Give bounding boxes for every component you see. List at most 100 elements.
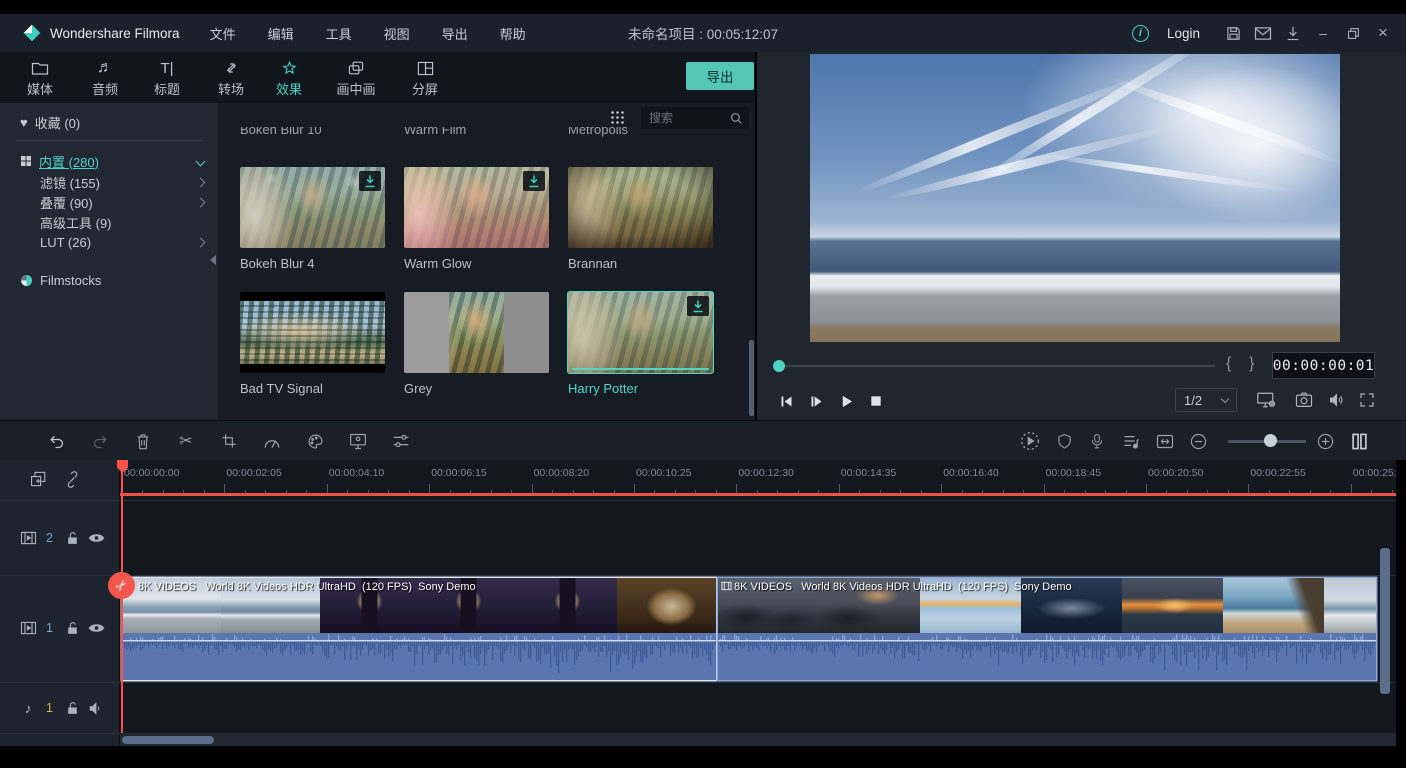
effect-thumbnail[interactable] [240, 292, 385, 373]
preview-video[interactable] [810, 54, 1340, 342]
unlock-icon[interactable] [60, 621, 84, 636]
sidebar-item-favorites[interactable]: ♥ 收藏 (0) [20, 112, 204, 132]
restore-button[interactable] [1338, 21, 1368, 45]
add-track-icon[interactable] [26, 469, 50, 489]
timeline-clip[interactable]: 8K VIDEOS World 8K Videos HDR UltraHD (1… [718, 578, 1376, 680]
sidebar-item-advanced-tools[interactable]: 高级工具 (9) [40, 212, 204, 232]
menu-help[interactable]: 帮助 [484, 24, 542, 43]
menu-tools[interactable]: 工具 [310, 24, 368, 43]
effect-thumbnail[interactable] [568, 167, 713, 248]
mark-in-button[interactable]: { [1226, 355, 1231, 373]
effects-scrollbar[interactable] [749, 340, 754, 416]
sidebar-item-builtin[interactable]: 内置 (280) [20, 151, 204, 171]
timeline-zoom-knob[interactable] [1264, 434, 1277, 447]
sidebar-item-filmstocks[interactable]: Filmstocks [20, 270, 204, 290]
timeline-vscroll-thumb[interactable] [1380, 548, 1390, 694]
speed-icon[interactable] [259, 429, 285, 453]
sidebar-item-filters[interactable]: 滤镜 (155) [40, 172, 204, 192]
render-preview-icon[interactable] [1017, 429, 1043, 453]
shield-icon[interactable] [1051, 429, 1077, 453]
effect-card[interactable]: Grey [404, 292, 549, 396]
search-input[interactable] [641, 111, 730, 125]
sidebar-item-overlays[interactable]: 叠覆 (90) [40, 192, 204, 212]
timeline-clip[interactable]: 8K VIDEOS World 8K Videos HDR UltraHD (1… [122, 578, 716, 680]
speaker-icon[interactable] [84, 702, 108, 715]
eye-icon[interactable] [84, 622, 108, 634]
close-button[interactable]: × [1368, 21, 1398, 45]
menu-export[interactable]: 导出 [426, 24, 484, 43]
play-button[interactable] [834, 390, 858, 412]
menu-edit[interactable]: 编辑 [252, 24, 310, 43]
clip-audio-waveform[interactable] [122, 633, 716, 680]
unlock-icon[interactable] [60, 531, 84, 546]
previous-frame-button[interactable] [774, 390, 798, 412]
clip-video-thumbnails[interactable]: 8K VIDEOS World 8K Videos HDR UltraHD (1… [122, 578, 716, 633]
stop-button[interactable] [864, 390, 888, 412]
download-update-icon[interactable] [1278, 21, 1308, 45]
delete-icon[interactable] [130, 429, 156, 453]
fullscreen-icon[interactable] [1354, 388, 1380, 412]
preview-scrubber-track[interactable] [777, 365, 1215, 367]
effect-card[interactable]: Brannan [568, 167, 713, 271]
clip-video-thumbnails[interactable]: 8K VIDEOS World 8K Videos HDR UltraHD (1… [718, 578, 1376, 633]
effect-thumbnail[interactable] [404, 167, 549, 248]
tab-audio[interactable]: ♬ 音频 [77, 58, 133, 102]
snapshot-camera-icon[interactable] [1291, 388, 1317, 412]
display-settings-icon[interactable] [1253, 388, 1279, 412]
quick-split-scissors-icon[interactable]: ✂ [108, 572, 135, 599]
split-scissors-icon[interactable]: ✂ [173, 429, 199, 453]
color-palette-icon[interactable] [302, 429, 328, 453]
tab-media[interactable]: 媒体 [12, 58, 68, 102]
login-button[interactable]: Login [1167, 26, 1200, 41]
tab-split-screen[interactable]: 分屏 [397, 58, 453, 102]
tab-titles[interactable]: T| 标题 [139, 58, 195, 102]
zoom-in-icon[interactable] [1312, 429, 1338, 453]
tab-pip[interactable]: 画中画 [324, 58, 388, 102]
redo-icon[interactable] [87, 429, 113, 453]
effect-card[interactable]: Bad TV Signal [240, 292, 385, 396]
feedback-mail-icon[interactable] [1248, 21, 1278, 45]
crop-icon[interactable] [216, 429, 242, 453]
audio-mixer-icon[interactable] [1118, 429, 1144, 453]
minimize-button[interactable]: – [1308, 21, 1338, 45]
download-icon[interactable] [687, 296, 709, 316]
info-icon[interactable]: i [1132, 25, 1149, 42]
tab-effects[interactable]: 效果 [261, 58, 317, 102]
fit-timeline-icon[interactable] [1152, 429, 1178, 453]
next-frame-button[interactable] [804, 390, 828, 412]
timeline-hscroll-thumb[interactable] [122, 736, 214, 744]
clip-audio-waveform[interactable] [718, 633, 1376, 680]
effect-thumbnail[interactable] [568, 292, 713, 373]
effect-thumbnail[interactable] [404, 292, 549, 373]
download-icon[interactable] [523, 171, 545, 191]
preview-timecode[interactable]: 00:00:00:01 [1272, 352, 1375, 379]
export-button[interactable]: 导出 [686, 62, 754, 90]
effect-thumbnail[interactable] [240, 167, 385, 248]
undo-icon[interactable] [44, 429, 70, 453]
volume-icon[interactable] [1323, 388, 1349, 412]
effect-card[interactable]: Bokeh Blur 4 [240, 167, 385, 271]
effect-card-selected[interactable]: Harry Potter [568, 292, 713, 396]
track-layout-icon[interactable] [1346, 429, 1372, 453]
audio-track-1-header[interactable]: ♪ 1 [0, 696, 120, 720]
menu-file[interactable]: 文件 [194, 24, 252, 43]
download-icon[interactable] [359, 171, 381, 191]
menu-view[interactable]: 视图 [368, 24, 426, 43]
unlock-icon[interactable] [60, 701, 84, 716]
link-icon[interactable] [60, 469, 84, 489]
adjust-sliders-icon[interactable] [388, 429, 414, 453]
motion-tracking-icon[interactable] [345, 429, 371, 453]
video-track-1-header[interactable]: 1 [0, 616, 120, 640]
video-track-2-header[interactable]: 2 [0, 526, 120, 550]
playback-quality-dropdown[interactable]: 1/2 [1175, 388, 1237, 412]
sidebar-item-lut[interactable]: LUT (26) [40, 232, 204, 252]
mark-out-button[interactable]: } [1249, 355, 1254, 373]
zoom-out-icon[interactable] [1185, 429, 1211, 453]
collapse-panel-icon[interactable] [210, 255, 216, 265]
search-icon[interactable] [730, 112, 743, 125]
search-box[interactable] [641, 107, 749, 129]
effect-card[interactable]: Warm Glow [404, 167, 549, 271]
preview-scrubber-handle[interactable] [773, 360, 785, 372]
tab-transitions[interactable]: 转场 [203, 58, 259, 102]
save-icon[interactable] [1218, 21, 1248, 45]
